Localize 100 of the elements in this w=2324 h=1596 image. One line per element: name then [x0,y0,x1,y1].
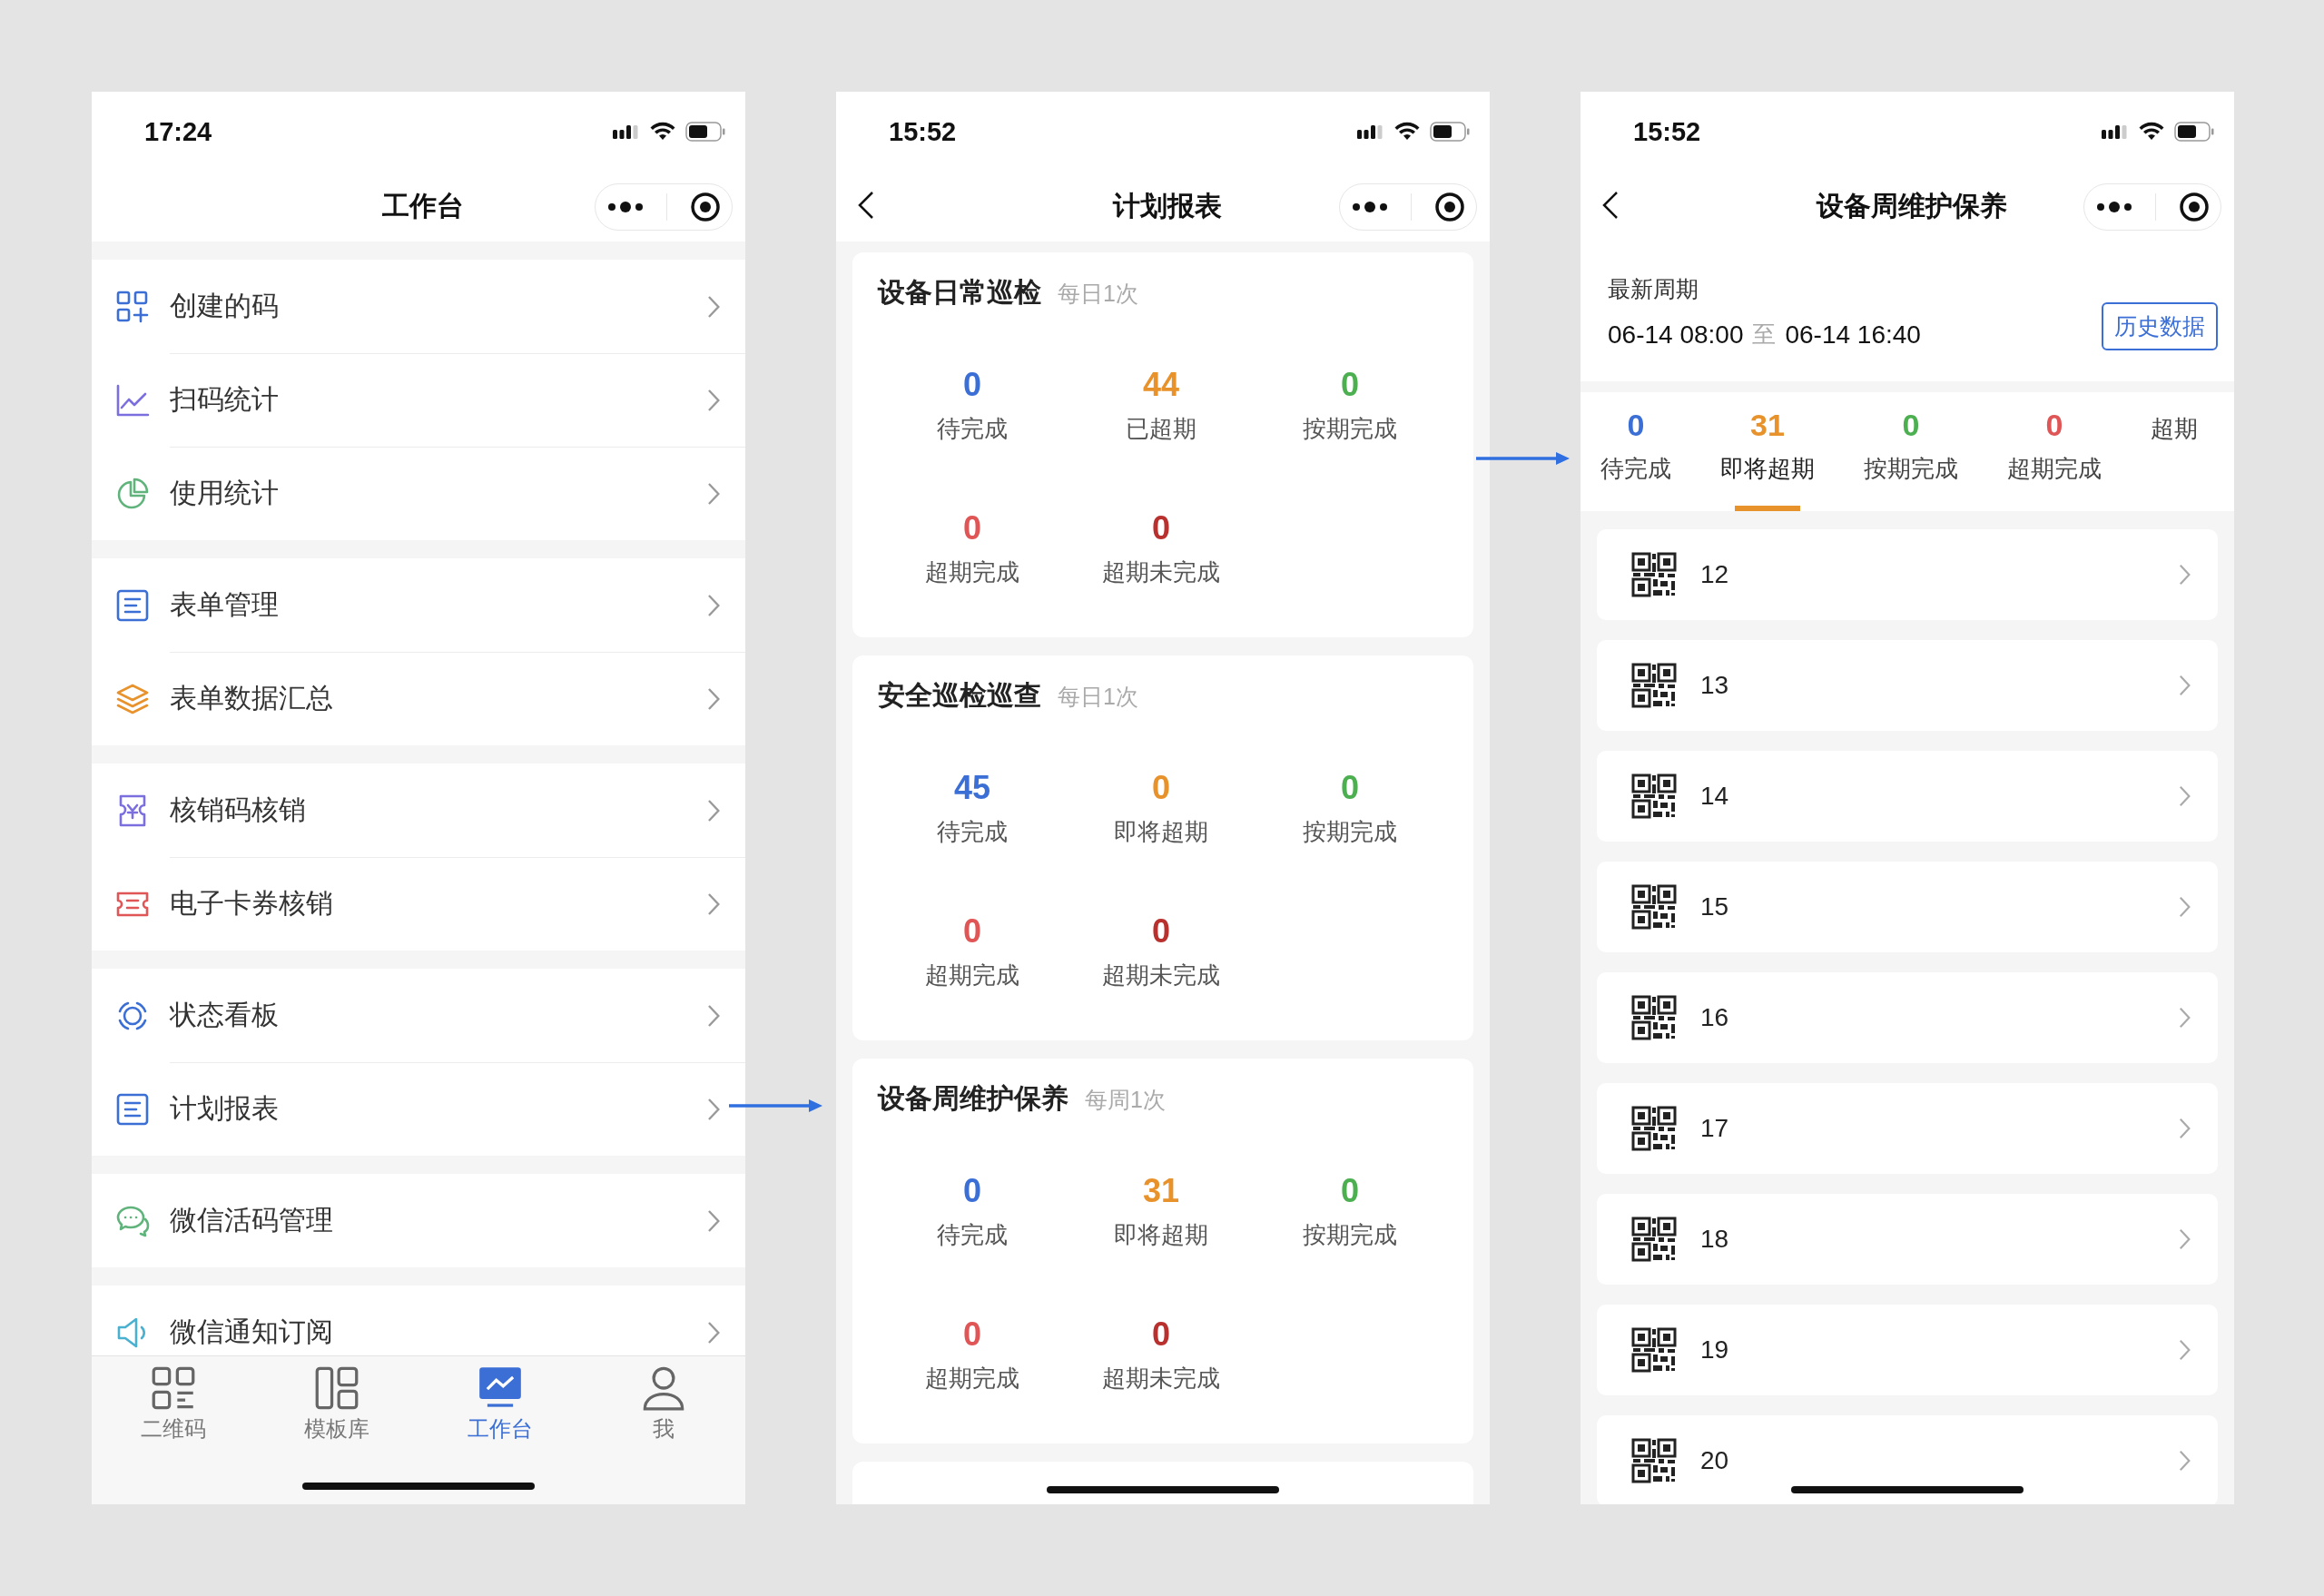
more-icon[interactable] [1351,200,1388,213]
stat-value: 0 [1152,911,1170,951]
menu-item[interactable]: 表单数据汇总 [92,652,745,745]
stat-label: 已超期 [1126,414,1196,444]
tab-count: 0 [1902,407,1920,444]
more-icon[interactable] [2095,200,2132,213]
status-tab[interactable]: 0 按期完成 [1864,392,1958,511]
period-label: 最新周期 [1608,275,1699,303]
stat-label: 待完成 [937,1220,1008,1250]
chevron-right-icon [706,892,720,916]
qr-list-item[interactable]: 16 [1597,972,2218,1063]
tab-bar-item[interactable]: 工作台 [419,1365,582,1443]
stat-value: 45 [953,768,990,808]
stat-value: 0 [1152,768,1170,808]
status-tab[interactable]: 超期 [2151,392,2198,511]
close-icon[interactable] [689,191,721,222]
report-card[interactable]: 设备日常巡检 每日1次 0 待完成 44 已超期 0 按期完成 0 超期完成 0 超期未完成 [852,252,1473,637]
signal-icon [1357,123,1384,141]
chevron-right-icon [706,294,720,319]
signal-icon [613,123,640,141]
stat-label: 超期未完成 [1102,1364,1220,1394]
period-start: 06-14 08:00 [1608,320,1744,350]
stat-value: 31 [1142,1171,1179,1211]
qr-list-item[interactable]: 18 [1597,1194,2218,1285]
stat-value: 0 [1341,768,1359,808]
chevron-right-icon [706,388,720,412]
more-icon[interactable] [606,200,644,213]
close-icon[interactable] [2178,191,2210,222]
item-number: 15 [1700,892,1730,921]
back-icon[interactable] [1602,190,1619,220]
menu-item[interactable]: 创建的码 [92,260,745,353]
period-end: 06-14 16:40 [1785,320,1921,350]
item-number: 18 [1700,1225,1730,1254]
tab-count: 31 [1750,407,1785,444]
stat-label: 即将超期 [1114,1220,1208,1250]
page-title: 设备周维护保养 [1817,190,2007,222]
qr-list-item[interactable]: 13 [1597,640,2218,731]
person-icon [641,1365,686,1411]
menu-item[interactable]: 核销码核销 [92,764,745,857]
chevron-right-icon [706,1097,720,1121]
tab-bar-item[interactable]: 二维码 [92,1365,255,1443]
qr-list-item[interactable]: 12 [1597,529,2218,620]
stat-label: 按期完成 [1303,414,1397,444]
stat-value: 0 [963,365,981,405]
menu-item[interactable]: 扫码统计 [92,353,745,447]
qr-list-item[interactable]: 19 [1597,1305,2218,1395]
status-tab[interactable]: 31 即将超期 [1720,392,1815,511]
qr-code-icon [1631,884,1677,930]
chevron-right-icon [2178,1228,2191,1250]
stat-label: 待完成 [937,414,1008,444]
qr-code-icon [1631,1327,1677,1373]
status-time: 17:24 [144,116,212,147]
item-number: 17 [1700,1114,1730,1143]
qr-list-item[interactable]: 17 [1597,1083,2218,1174]
menu-item[interactable]: 使用统计 [92,447,745,540]
stat-value: 0 [1152,1315,1170,1355]
menu-item[interactable]: 电子卡券核销 [92,857,745,951]
report-card[interactable]: 安全巡检巡查 每日1次 45 待完成 0 即将超期 0 按期完成 0 超期完成 0 超期未完成 [852,655,1473,1040]
stat-value: 0 [1341,1171,1359,1211]
tab-label: 待完成 [1600,454,1671,484]
stat-label: 即将超期 [1114,817,1208,847]
item-number: 20 [1700,1446,1730,1475]
back-icon[interactable] [858,190,874,220]
status-time: 15:52 [1633,116,1701,147]
layout-icon [314,1365,359,1411]
menu-item[interactable]: 表单管理 [92,558,745,652]
grid-plus-icon [115,289,150,324]
menu-item[interactable]: 微信活码管理 [92,1174,745,1267]
history-button[interactable]: 历史数据 [2102,302,2218,350]
report-card[interactable]: 设备周维护保养 每周1次 0 待完成 31 即将超期 0 按期完成 0 超期完成 0 超期未完成 [852,1059,1473,1443]
status-time: 15:52 [889,116,957,147]
qr-code-icon [1631,773,1677,819]
item-number: 19 [1700,1335,1730,1364]
menu-item[interactable]: 微信通知订阅 [92,1286,745,1355]
qr-code-icon [1631,663,1677,708]
stat-label: 待完成 [937,817,1008,847]
chevron-right-icon [706,798,720,823]
tab-label: 超期完成 [2007,454,2102,484]
qr-list-item[interactable]: 14 [1597,751,2218,842]
stat-value: 0 [963,508,981,548]
qr-list-item[interactable]: 15 [1597,862,2218,952]
status-tab[interactable]: 0 超期完成 [2007,392,2102,511]
frequency-label: 每周1次 [1085,1086,1166,1114]
close-icon[interactable] [1433,191,1465,222]
chevron-right-icon [706,686,720,711]
chevron-right-icon [706,1208,720,1233]
item-number: 14 [1700,782,1730,811]
menu-item[interactable]: 计划报表 [92,1062,745,1156]
qr-list-item[interactable]: 20 [1597,1415,2218,1504]
wifi-icon [649,122,676,142]
tab-bar-item[interactable]: 我 [582,1365,745,1443]
menu-item[interactable]: 状态看板 [92,969,745,1062]
item-number: 13 [1700,671,1730,700]
page-title: 工作台 [382,190,464,222]
status-tab[interactable]: 0 待完成 [1600,392,1671,511]
stat-label: 超期完成 [925,961,1019,990]
tab-label: 按期完成 [1864,454,1958,484]
qr-code-icon [1631,1438,1677,1483]
tab-bar-item[interactable]: 模板库 [255,1365,419,1443]
stat-value: 0 [963,911,981,951]
